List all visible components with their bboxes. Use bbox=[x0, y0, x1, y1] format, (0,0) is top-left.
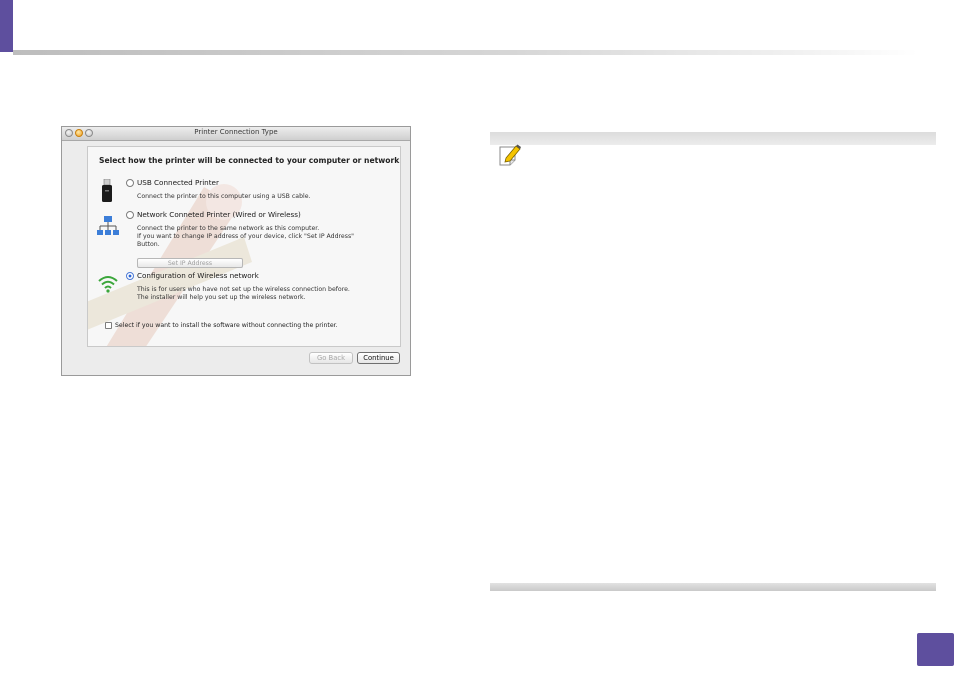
window-titlebar: Printer Connection Type bbox=[62, 127, 410, 141]
note-pencil-icon bbox=[499, 144, 521, 166]
wireless-configuration-label[interactable]: Configuration of Wireless network bbox=[137, 271, 259, 280]
dialog-content-pane: Select how the printer will be connected… bbox=[87, 146, 401, 347]
note-panel-bottom-bar bbox=[490, 583, 936, 591]
chapter-tab bbox=[0, 0, 13, 52]
wireless-configuration-radio[interactable] bbox=[126, 272, 134, 280]
printer-connection-window: Printer Connection Type Select how the p… bbox=[61, 126, 411, 376]
network-connected-description-line-3: Button. bbox=[137, 241, 160, 248]
network-connected-radio[interactable] bbox=[126, 211, 134, 219]
install-without-connection-label[interactable]: Select if you want to install the softwa… bbox=[115, 322, 338, 329]
continue-button[interactable]: Continue bbox=[357, 352, 400, 364]
wireless-configuration-description-line-2: The installer will help you set up the w… bbox=[137, 294, 306, 301]
network-icon bbox=[97, 216, 119, 235]
header-rule bbox=[13, 50, 918, 55]
install-without-connection-checkbox[interactable] bbox=[105, 322, 112, 329]
wifi-icon bbox=[98, 276, 118, 293]
set-ip-address-button[interactable]: Set IP Address bbox=[137, 258, 243, 268]
network-connected-description-line-1: Connect the printer to the same network … bbox=[137, 225, 320, 232]
usb-icon bbox=[102, 179, 112, 202]
usb-connected-radio[interactable] bbox=[126, 179, 134, 187]
wireless-configuration-description-line-1: This is for users who have not set up th… bbox=[137, 286, 350, 293]
usb-connected-description: Connect the printer to this computer usi… bbox=[137, 193, 311, 200]
window-title: Printer Connection Type bbox=[194, 128, 278, 136]
page-number-badge bbox=[917, 633, 954, 666]
network-connected-description-line-2: If you want to change IP address of your… bbox=[137, 233, 355, 240]
dialog-heading: Select how the printer will be connected… bbox=[99, 156, 401, 165]
network-connected-label[interactable]: Network Conneted Printer (Wired or Wirel… bbox=[137, 210, 301, 219]
usb-connected-label[interactable]: USB Connected Printer bbox=[137, 178, 219, 187]
go-back-button[interactable]: Go Back bbox=[309, 352, 353, 364]
note-panel-top-bar bbox=[490, 132, 936, 145]
